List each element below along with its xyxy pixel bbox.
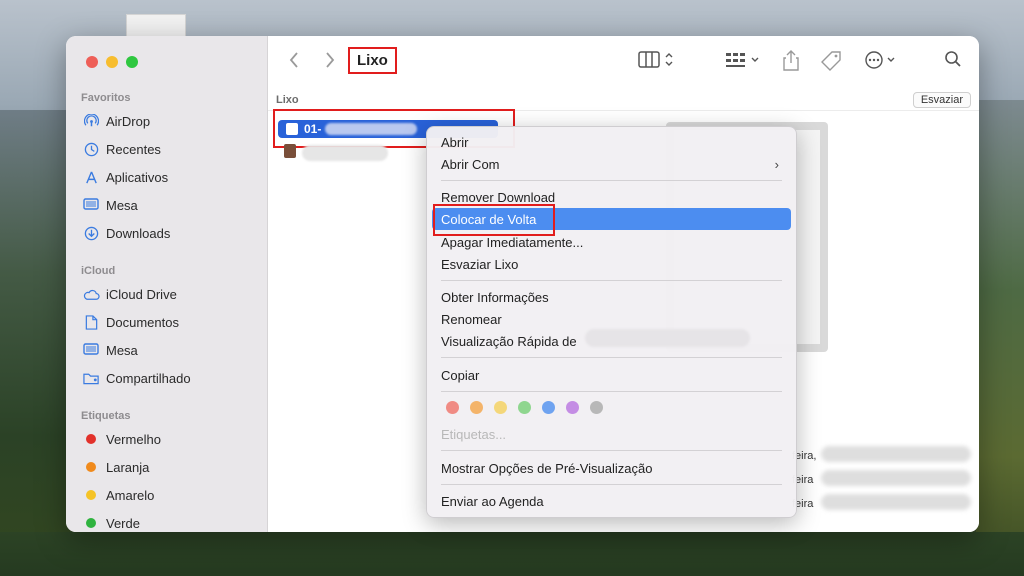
menu-item-abrir[interactable]: Abrir bbox=[432, 131, 791, 153]
redacted-filename bbox=[302, 145, 388, 161]
tag-color-picker bbox=[446, 401, 603, 414]
menu-separator bbox=[441, 357, 782, 358]
desktop-background bbox=[0, 532, 1024, 576]
menu-item-abrir-com[interactable]: Abrir Com › bbox=[432, 153, 791, 175]
tag-icon[interactable] bbox=[820, 50, 842, 77]
sidebar: Favoritos AirDrop Recentes Aplicativos M… bbox=[66, 36, 268, 532]
airdrop-icon bbox=[81, 113, 101, 129]
sidebar-item-label: Verde bbox=[106, 515, 140, 531]
desktop-icon bbox=[81, 198, 101, 212]
sidebar-item-recentes[interactable]: Recentes bbox=[81, 138, 161, 160]
tag-color-yellow[interactable] bbox=[494, 401, 507, 414]
menu-item-apagar-imediatamente[interactable]: Apagar Imediatamente... bbox=[432, 231, 791, 253]
redacted-info bbox=[821, 470, 971, 486]
tag-color-dot bbox=[86, 490, 96, 500]
applications-icon bbox=[81, 170, 101, 185]
sidebar-item-compartilhado[interactable]: Compartilhado bbox=[81, 367, 191, 389]
tag-color-blue[interactable] bbox=[542, 401, 555, 414]
menu-separator bbox=[441, 484, 782, 485]
download-icon bbox=[81, 226, 101, 241]
redacted-info bbox=[821, 446, 971, 462]
menu-item-enviar-ao-agenda[interactable]: Enviar ao Agenda bbox=[432, 490, 791, 512]
menu-item-renomear[interactable]: Renomear bbox=[432, 308, 791, 330]
sidebar-item-downloads[interactable]: Downloads bbox=[81, 222, 170, 244]
tag-color-dot bbox=[86, 462, 96, 472]
menu-separator bbox=[441, 450, 782, 451]
zoom-button[interactable] bbox=[126, 56, 138, 68]
sidebar-section-title: Favoritos bbox=[81, 92, 131, 104]
tag-color-gray[interactable] bbox=[590, 401, 603, 414]
file-thumbnail-icon[interactable] bbox=[284, 144, 296, 158]
sidebar-item-label: Documentos bbox=[106, 314, 179, 330]
path-label: Lixo bbox=[276, 94, 299, 106]
sidebar-tag-vermelho[interactable]: Vermelho bbox=[81, 428, 161, 450]
menu-item-mostrar-opcoes[interactable]: Mostrar Opções de Pré-Visualização bbox=[432, 457, 791, 479]
redacted-filename bbox=[585, 329, 750, 347]
menu-item-etiquetas: Etiquetas... bbox=[441, 426, 507, 442]
menu-item-esvaziar-lixo[interactable]: Esvaziar Lixo bbox=[432, 253, 791, 275]
sidebar-item-label: AirDrop bbox=[106, 113, 151, 129]
desktop-background bbox=[976, 100, 1024, 576]
desktop-file-icon[interactable] bbox=[126, 14, 186, 38]
view-columns-icon[interactable] bbox=[638, 50, 676, 75]
tag-color-dot bbox=[86, 434, 96, 444]
clock-icon bbox=[81, 142, 101, 157]
window-controls bbox=[86, 56, 138, 68]
cloud-icon bbox=[81, 288, 101, 301]
sidebar-item-label: Vermelho bbox=[106, 431, 161, 447]
desktop-background bbox=[0, 110, 70, 576]
sidebar-item-label: Laranja bbox=[106, 459, 150, 475]
sidebar-item-label: Mesa bbox=[106, 342, 138, 358]
back-button[interactable] bbox=[288, 51, 300, 75]
minimize-button[interactable] bbox=[106, 56, 118, 68]
sidebar-item-label: iCloud Drive bbox=[106, 286, 177, 302]
sidebar-item-label: Compartilhado bbox=[106, 370, 191, 386]
chevron-right-icon: › bbox=[774, 156, 779, 172]
menu-item-copiar[interactable]: Copiar bbox=[432, 364, 791, 386]
toolbar: Lixo bbox=[268, 36, 979, 88]
sidebar-item-aplicativos[interactable]: Aplicativos bbox=[81, 166, 168, 188]
tag-color-red[interactable] bbox=[446, 401, 459, 414]
sidebar-item-mesa-icloud[interactable]: Mesa bbox=[81, 339, 138, 361]
sidebar-section-title: iCloud bbox=[81, 265, 116, 277]
sidebar-item-mesa[interactable]: Mesa bbox=[81, 194, 138, 216]
desktop-icon bbox=[81, 343, 101, 357]
sidebar-item-label: Recentes bbox=[106, 141, 161, 157]
path-bar: Lixo Esvaziar bbox=[268, 90, 979, 111]
tag-color-dot bbox=[86, 518, 96, 528]
group-grid-icon[interactable] bbox=[724, 50, 762, 75]
forward-button[interactable] bbox=[324, 51, 336, 75]
menu-separator bbox=[441, 391, 782, 392]
context-menu: Abrir Abrir Com › Remover Download Coloc… bbox=[426, 126, 797, 518]
menu-item-obter-informacoes[interactable]: Obter Informações bbox=[432, 286, 791, 308]
menu-separator bbox=[441, 180, 782, 181]
sidebar-section-title: Etiquetas bbox=[81, 410, 131, 422]
window-title: Lixo bbox=[348, 47, 397, 74]
sidebar-item-label: Amarelo bbox=[106, 487, 155, 503]
sidebar-item-icloud-drive[interactable]: iCloud Drive bbox=[81, 283, 177, 305]
menu-item-label: Visualização Rápida de bbox=[441, 333, 577, 349]
tag-color-purple[interactable] bbox=[566, 401, 579, 414]
sidebar-item-label: Mesa bbox=[106, 197, 138, 213]
sidebar-item-airdrop[interactable]: AirDrop bbox=[81, 110, 150, 132]
share-icon[interactable] bbox=[782, 50, 800, 77]
sidebar-item-label: Aplicativos bbox=[106, 169, 169, 185]
sidebar-tag-laranja[interactable]: Laranja bbox=[81, 456, 149, 478]
redacted-info bbox=[821, 494, 971, 510]
sidebar-tag-verde[interactable]: Verde bbox=[81, 512, 140, 532]
close-button[interactable] bbox=[86, 56, 98, 68]
menu-separator bbox=[441, 280, 782, 281]
tag-color-orange[interactable] bbox=[470, 401, 483, 414]
document-icon bbox=[81, 314, 101, 330]
sidebar-item-label: Downloads bbox=[106, 225, 171, 241]
sidebar-item-documentos[interactable]: Documentos bbox=[81, 311, 179, 333]
search-icon[interactable] bbox=[944, 50, 962, 73]
empty-trash-button[interactable]: Esvaziar bbox=[912, 92, 971, 108]
tag-color-green[interactable] bbox=[518, 401, 531, 414]
shared-folder-icon bbox=[81, 371, 101, 385]
sidebar-tag-amarelo[interactable]: Amarelo bbox=[81, 484, 154, 506]
more-actions-icon[interactable] bbox=[864, 50, 900, 75]
menu-item-label: Abrir Com bbox=[441, 156, 500, 172]
